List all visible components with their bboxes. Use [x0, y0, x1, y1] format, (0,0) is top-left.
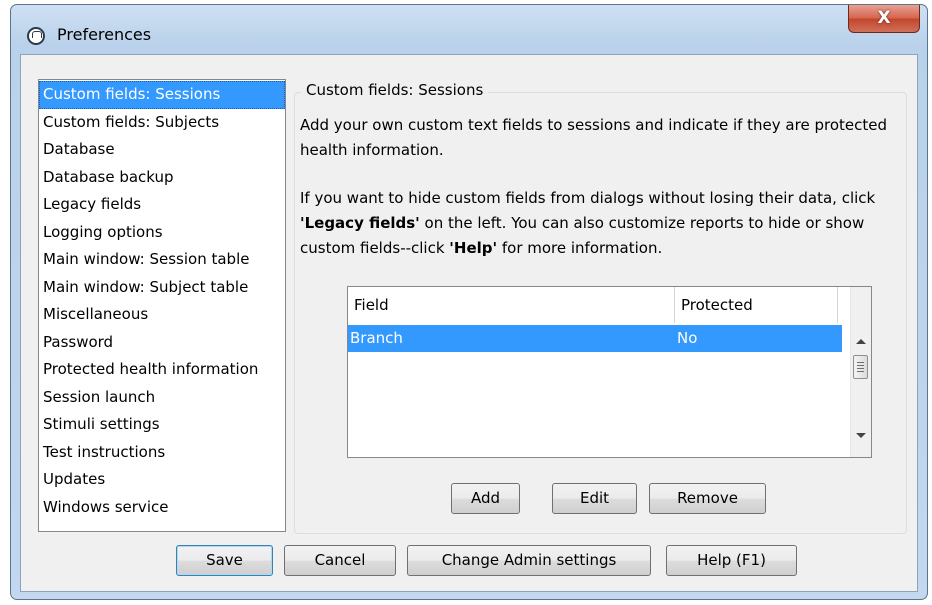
dialog-client-area: Custom fields: Sessions Custom fields: Su…: [20, 54, 918, 592]
sidebar-item[interactable]: Test instructions: [39, 439, 285, 467]
edit-button[interactable]: Edit: [552, 483, 637, 514]
table-scrollbar[interactable]: [850, 287, 871, 457]
help-text-part: If you want to hide custom fields from d…: [300, 189, 876, 207]
sidebar-item[interactable]: Database: [39, 136, 285, 164]
sidebar-item[interactable]: Stimuli settings: [39, 411, 285, 439]
category-list[interactable]: Custom fields: Sessions Custom fields: Su…: [38, 79, 286, 532]
sidebar-item[interactable]: Database backup: [39, 164, 285, 192]
sidebar-item[interactable]: Main window: Subject table: [39, 274, 285, 302]
legacy-fields-reference: 'Legacy fields': [300, 214, 420, 232]
help-reference: 'Help': [449, 239, 498, 257]
description-text: Add your own custom text fields to sessi…: [300, 116, 887, 159]
preferences-window: Preferences X Custom fields: Sessions Cus…: [10, 4, 928, 600]
column-header-protected[interactable]: Protected: [675, 287, 838, 323]
sidebar-item[interactable]: Session launch: [39, 384, 285, 412]
remove-button[interactable]: Remove: [649, 483, 766, 514]
column-header-field[interactable]: Field: [348, 287, 675, 323]
group-box-title: Custom fields: Sessions: [301, 81, 489, 99]
grip-icon: [857, 362, 864, 372]
sidebar-item[interactable]: Custom fields: Subjects: [39, 109, 285, 137]
add-button[interactable]: Add: [451, 483, 520, 514]
scroll-down-arrow-icon[interactable]: [856, 433, 866, 438]
sidebar-item[interactable]: Protected health information: [39, 356, 285, 384]
title-bar[interactable]: Preferences: [11, 5, 927, 55]
sidebar-item[interactable]: Updates: [39, 466, 285, 494]
save-button[interactable]: Save: [176, 545, 273, 576]
sidebar-item[interactable]: Password: [39, 329, 285, 357]
window-title: Preferences: [57, 25, 152, 44]
sidebar-item[interactable]: Custom fields: Sessions: [39, 81, 285, 109]
custom-fields-table[interactable]: Field Protected Branch No: [347, 286, 872, 458]
sidebar-item[interactable]: Miscellaneous: [39, 301, 285, 329]
help-button[interactable]: Help (F1): [666, 545, 797, 576]
cell-protected: No: [677, 329, 698, 347]
help-text-part: for more information.: [497, 239, 663, 257]
sidebar-item[interactable]: Legacy fields: [39, 191, 285, 219]
scroll-up-arrow-icon[interactable]: [856, 339, 866, 344]
sidebar-item[interactable]: Main window: Session table: [39, 246, 285, 274]
close-button[interactable]: X: [848, 5, 920, 33]
change-admin-settings-button[interactable]: Change Admin settings: [407, 545, 651, 576]
cell-field: Branch: [350, 329, 403, 347]
sidebar-item[interactable]: Logging options: [39, 219, 285, 247]
scroll-thumb[interactable]: [853, 355, 868, 379]
sidebar-item[interactable]: Windows service: [39, 494, 285, 522]
table-row[interactable]: Branch No: [348, 325, 842, 352]
legacy-help-text: If you want to hide custom fields from d…: [300, 186, 900, 261]
cancel-button[interactable]: Cancel: [284, 545, 396, 576]
app-icon: [27, 27, 45, 45]
